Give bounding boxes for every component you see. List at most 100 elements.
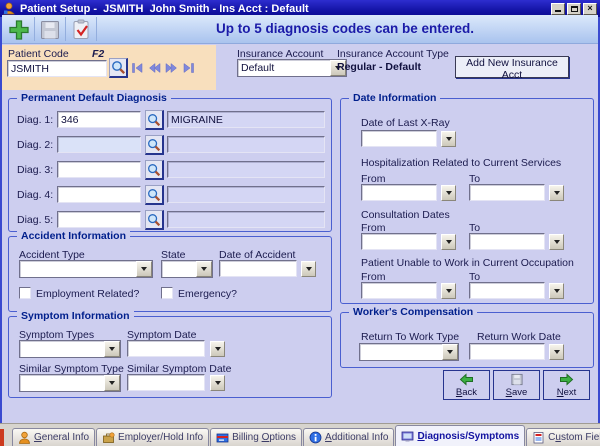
employment-related-checkbox[interactable] <box>19 287 31 299</box>
insurance-account-value: Default <box>238 60 330 76</box>
diag-label: Diag. 5: <box>17 214 53 226</box>
save-floppy-icon <box>510 373 524 386</box>
symptom-types-dropdown-button[interactable] <box>104 341 120 357</box>
add-new-insurance-button[interactable]: Add New Insurance Acct <box>455 56 569 78</box>
workers-comp-group-title: Worker's Compensation <box>349 306 477 318</box>
add-button[interactable] <box>5 17 32 42</box>
tab-label: Diagnosis/Symptoms <box>417 431 519 442</box>
chevron-down-icon <box>141 267 147 271</box>
tab-custom-fields[interactable]: Custom Fields <box>526 428 600 446</box>
diag5-code-input[interactable] <box>57 211 141 228</box>
unable-from-dropdown-button[interactable] <box>441 283 456 299</box>
save-toolbar-button[interactable] <box>36 17 63 42</box>
state-select[interactable] <box>161 260 213 278</box>
wizard-nav-bar: Back Save Next <box>443 370 590 400</box>
diag5-lookup-button[interactable] <box>145 210 164 230</box>
hosp-to-input[interactable] <box>469 184 545 201</box>
window-edge-artifact <box>0 429 4 446</box>
diag3-lookup-button[interactable] <box>145 160 164 180</box>
hosp-from-input[interactable] <box>361 184 437 201</box>
return-to-work-type-select[interactable] <box>359 343 459 361</box>
patient-code-label: Patient Code <box>8 48 69 60</box>
date-info-group-title: Date Information <box>349 92 440 104</box>
symptom-types-select[interactable] <box>19 340 121 358</box>
diag4-lookup-button[interactable] <box>145 185 164 205</box>
magnifier-icon <box>147 113 161 127</box>
similar-symptom-type-select[interactable] <box>19 374 121 392</box>
back-button[interactable]: Back <box>443 370 490 400</box>
hosp-from-dropdown-button[interactable] <box>441 185 456 201</box>
patient-code-input[interactable] <box>7 60 107 77</box>
patient-lookup-button[interactable] <box>109 58 128 78</box>
magnifier-icon <box>147 188 161 202</box>
unable-to-dropdown-button[interactable] <box>549 283 564 299</box>
tasks-button[interactable] <box>67 17 94 42</box>
tab-employer-hold-info[interactable]: Employer/Hold Info <box>96 428 209 446</box>
consult-from-input[interactable] <box>361 233 437 250</box>
diag2-code-input[interactable] <box>57 136 141 153</box>
window-title: Patient Setup - JSMITH John Smith - Ins … <box>20 3 549 15</box>
tab-diagnosis-symptoms[interactable]: Diagnosis/Symptoms <box>395 425 525 446</box>
hosp-to-dropdown-button[interactable] <box>549 185 564 201</box>
return-to-work-type-dropdown-button[interactable] <box>442 344 458 360</box>
next-record-button[interactable] <box>164 61 179 75</box>
tab-additional-info[interactable]: Additional Info <box>303 428 394 446</box>
symptom-date-input[interactable] <box>127 340 205 357</box>
tab-general-info[interactable]: General Info <box>12 428 95 446</box>
insurance-account-select[interactable]: Default <box>237 59 347 77</box>
unable-from-input[interactable] <box>361 282 437 299</box>
save-button-label: Save <box>506 387 528 398</box>
minimize-button[interactable] <box>551 3 565 15</box>
return-work-date-input[interactable] <box>469 343 545 360</box>
emergency-checkbox[interactable] <box>161 287 173 299</box>
save-button[interactable]: Save <box>493 370 540 400</box>
similar-symptom-date-dropdown-button[interactable] <box>210 375 225 391</box>
xray-date-input[interactable] <box>361 130 437 147</box>
accident-type-dropdown-button[interactable] <box>136 261 152 277</box>
diagnosis-row: Diag. 3: <box>9 161 331 183</box>
last-record-button[interactable] <box>181 61 196 75</box>
diag3-code-input[interactable] <box>57 161 141 178</box>
diag1-code-input[interactable] <box>57 111 141 128</box>
similar-symptom-date-input[interactable] <box>127 374 205 391</box>
consult-from-dropdown-button[interactable] <box>441 234 456 250</box>
xray-date-dropdown-button[interactable] <box>441 131 456 147</box>
diag4-code-input[interactable] <box>57 186 141 203</box>
diag2-lookup-button[interactable] <box>145 135 164 155</box>
consult-to-dropdown-button[interactable] <box>549 234 564 250</box>
date-of-accident-input[interactable] <box>219 260 297 277</box>
first-record-icon <box>131 62 144 74</box>
accident-type-select[interactable] <box>19 260 153 278</box>
unable-to-work-label: Patient Unable to Work in Current Occupa… <box>361 257 574 269</box>
first-record-button[interactable] <box>130 61 145 75</box>
symptom-date-dropdown-button[interactable] <box>210 341 225 357</box>
tab-billing-options[interactable]: Billing Options <box>210 428 302 446</box>
tab-label: Employer/Hold Info <box>118 432 203 443</box>
close-button[interactable]: × <box>583 3 597 15</box>
return-work-date-label: Return Work Date <box>477 331 561 343</box>
diagnosis-row: Diag. 1: <box>9 111 331 133</box>
custom-fields-icon <box>532 431 545 444</box>
unable-to-input[interactable] <box>469 282 545 299</box>
monitor-icon <box>401 430 414 443</box>
toolbar-separator <box>65 17 66 41</box>
previous-record-button[interactable] <box>147 61 162 75</box>
clipboard-check-icon <box>70 19 92 41</box>
toolbar-separator <box>34 17 35 41</box>
maximize-button[interactable] <box>567 3 581 15</box>
diag1-lookup-button[interactable] <box>145 110 164 130</box>
state-dropdown-button[interactable] <box>196 261 212 277</box>
magnifier-icon <box>147 138 161 152</box>
diag4-description-field <box>167 186 325 203</box>
consult-to-input[interactable] <box>469 233 545 250</box>
back-button-label: Back <box>456 387 477 398</box>
bottom-tab-bar: General Info Employer/Hold Info Billing … <box>0 423 600 446</box>
similar-symptom-type-dropdown-button[interactable] <box>104 375 120 391</box>
symptom-types-value <box>20 341 104 357</box>
emergency-label: Emergency? <box>178 288 237 300</box>
diag1-description-field <box>167 111 325 128</box>
date-of-accident-dropdown-button[interactable] <box>301 261 316 277</box>
billing-icon <box>216 431 229 444</box>
return-work-date-dropdown-button[interactable] <box>549 344 564 360</box>
next-button[interactable]: Next <box>543 370 590 400</box>
